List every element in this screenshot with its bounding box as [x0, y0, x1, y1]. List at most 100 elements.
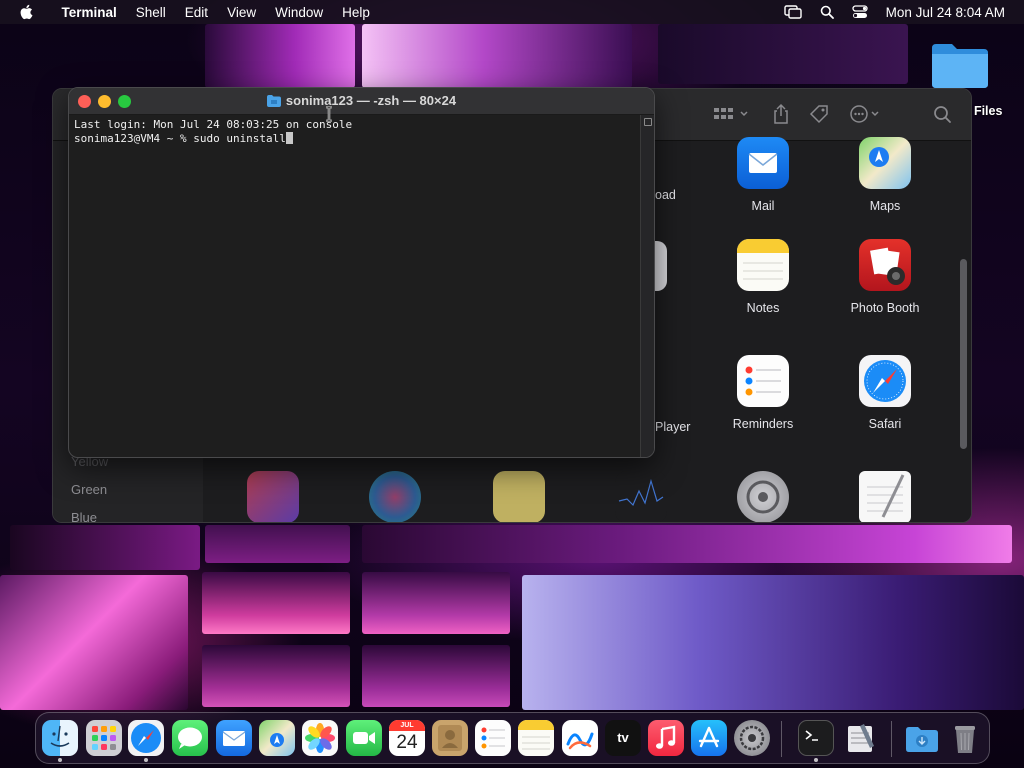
running-indicator [58, 758, 62, 762]
search-icon[interactable] [933, 103, 953, 130]
wallpaper-panel [362, 572, 510, 634]
wallpaper-panel [205, 24, 355, 88]
terminal-command: sonima123@VM4 ~ % sudo uninstall [74, 132, 286, 145]
menu-shell[interactable]: Shell [126, 5, 175, 20]
sidebar-tag-blue[interactable]: Blue [71, 510, 97, 522]
app-label: Photo Booth [850, 301, 920, 315]
terminal-output[interactable]: Last login: Mon Jul 24 08:03:25 on conso… [69, 115, 640, 457]
app-maps[interactable]: Maps [830, 137, 940, 213]
downloads-folder-icon[interactable] [904, 720, 940, 756]
safari-icon[interactable] [128, 720, 164, 756]
app-photo-booth[interactable]: Photo Booth [830, 239, 940, 315]
text-pointer-icon [324, 105, 334, 127]
control-center-icon[interactable] [852, 5, 868, 19]
folder-icon [266, 95, 281, 110]
apple-menu-icon[interactable] [0, 4, 52, 20]
running-indicator [144, 758, 148, 762]
spotlight-search-icon[interactable] [820, 5, 834, 19]
app-safari[interactable]: Safari [830, 355, 940, 431]
wallpaper-panel [362, 525, 1012, 563]
script-editor-icon[interactable] [842, 720, 878, 756]
app-label: Maps [869, 199, 901, 213]
screen-mirroring-icon[interactable] [783, 5, 802, 19]
tag-icon[interactable] [808, 103, 830, 130]
shortcuts-icon[interactable] [247, 471, 299, 522]
wallpaper-panel [0, 575, 188, 710]
menu-view[interactable]: View [218, 5, 266, 20]
stickies-icon[interactable] [493, 471, 545, 522]
app-label: Safari [868, 417, 902, 431]
terminal-prompt-line: sonima123@VM4 ~ % sudo uninstall [74, 132, 635, 146]
split-pane-icon[interactable] [644, 118, 652, 126]
partial-app-icon[interactable] [655, 241, 667, 291]
wallpaper-panel [522, 575, 1024, 710]
tv-label: tv [617, 730, 629, 745]
maps-icon[interactable] [259, 720, 295, 756]
photos-icon[interactable] [302, 720, 338, 756]
wallpaper-panel [205, 525, 350, 563]
system-settings-icon[interactable] [734, 720, 770, 756]
applications-scrollbar[interactable] [960, 259, 967, 449]
view-options-icon[interactable] [713, 103, 751, 130]
calendar-month: JUL [389, 720, 425, 731]
finder-icon[interactable] [42, 720, 78, 756]
trash-icon[interactable] [947, 720, 983, 756]
partial-app-label[interactable]: Player [655, 420, 690, 434]
app-label: Mail [751, 199, 775, 213]
wallpaper-panel [362, 24, 632, 88]
app-notes[interactable]: Notes [708, 239, 818, 315]
text-cursor [285, 132, 293, 144]
dock: JUL 24 tv [35, 712, 990, 764]
reminders-icon [737, 355, 789, 407]
facetime-icon[interactable] [346, 720, 382, 756]
partial-app-label[interactable]: oad [655, 188, 676, 202]
running-indicator [814, 758, 818, 762]
menu-bar-status-area: Mon Jul 24 8:04 AM [783, 0, 1024, 24]
wallpaper-panel [202, 572, 350, 634]
stocks-icon[interactable] [615, 471, 667, 522]
messages-icon[interactable] [172, 720, 208, 756]
terminal-titlebar[interactable]: sonima123 — -zsh — 80×24 [69, 88, 654, 115]
textedit-icon[interactable] [859, 471, 911, 522]
apple-tv-icon[interactable]: tv [605, 720, 641, 756]
notes-icon[interactable] [518, 720, 554, 756]
desktop-folder-label[interactable]: l Files [967, 104, 1002, 118]
wallpaper-panel [658, 24, 908, 84]
app-mail[interactable]: Mail [708, 137, 818, 213]
calendar-icon[interactable]: JUL 24 [389, 720, 425, 756]
wallpaper-panel [202, 645, 350, 707]
reminders-icon[interactable] [475, 720, 511, 756]
music-icon[interactable] [648, 720, 684, 756]
app-label: Reminders [732, 417, 794, 431]
freeform-icon[interactable] [562, 720, 598, 756]
menu-edit[interactable]: Edit [175, 5, 217, 20]
menu-help[interactable]: Help [333, 5, 380, 20]
menu-bar-clock[interactable]: Mon Jul 24 8:04 AM [886, 5, 1005, 20]
contacts-icon[interactable] [432, 720, 468, 756]
calendar-day: 24 [396, 732, 418, 753]
dock-separator [891, 721, 892, 757]
terminal-window: sonima123 — -zsh — 80×24 Last login: Mon… [68, 87, 655, 458]
terminal-line: Last login: Mon Jul 24 08:03:25 on conso… [74, 118, 353, 131]
menu-bar: Terminal Shell Edit View Window Help Mon… [0, 0, 1024, 24]
siri-icon[interactable] [369, 471, 421, 522]
desktop-folder-icon[interactable] [930, 40, 990, 90]
maps-icon [859, 137, 911, 189]
terminal-scrollbar[interactable] [640, 115, 654, 457]
sidebar-tag-green[interactable]: Green [71, 482, 107, 497]
system-settings-icon[interactable] [737, 471, 789, 522]
launchpad-icon[interactable] [86, 720, 122, 756]
wallpaper-panel [362, 645, 510, 707]
menu-app-terminal[interactable]: Terminal [52, 5, 126, 20]
terminal-title-text: sonima123 — -zsh — 80×24 [285, 93, 457, 108]
app-store-icon[interactable] [691, 720, 727, 756]
mail-icon [737, 137, 789, 189]
terminal-icon[interactable] [798, 720, 834, 756]
dock-separator [781, 721, 782, 757]
photo-booth-icon [859, 239, 911, 291]
mail-icon[interactable] [216, 720, 252, 756]
app-reminders[interactable]: Reminders [708, 355, 818, 431]
more-actions-icon[interactable] [848, 103, 884, 130]
share-icon[interactable] [771, 103, 791, 130]
menu-window[interactable]: Window [266, 5, 333, 20]
